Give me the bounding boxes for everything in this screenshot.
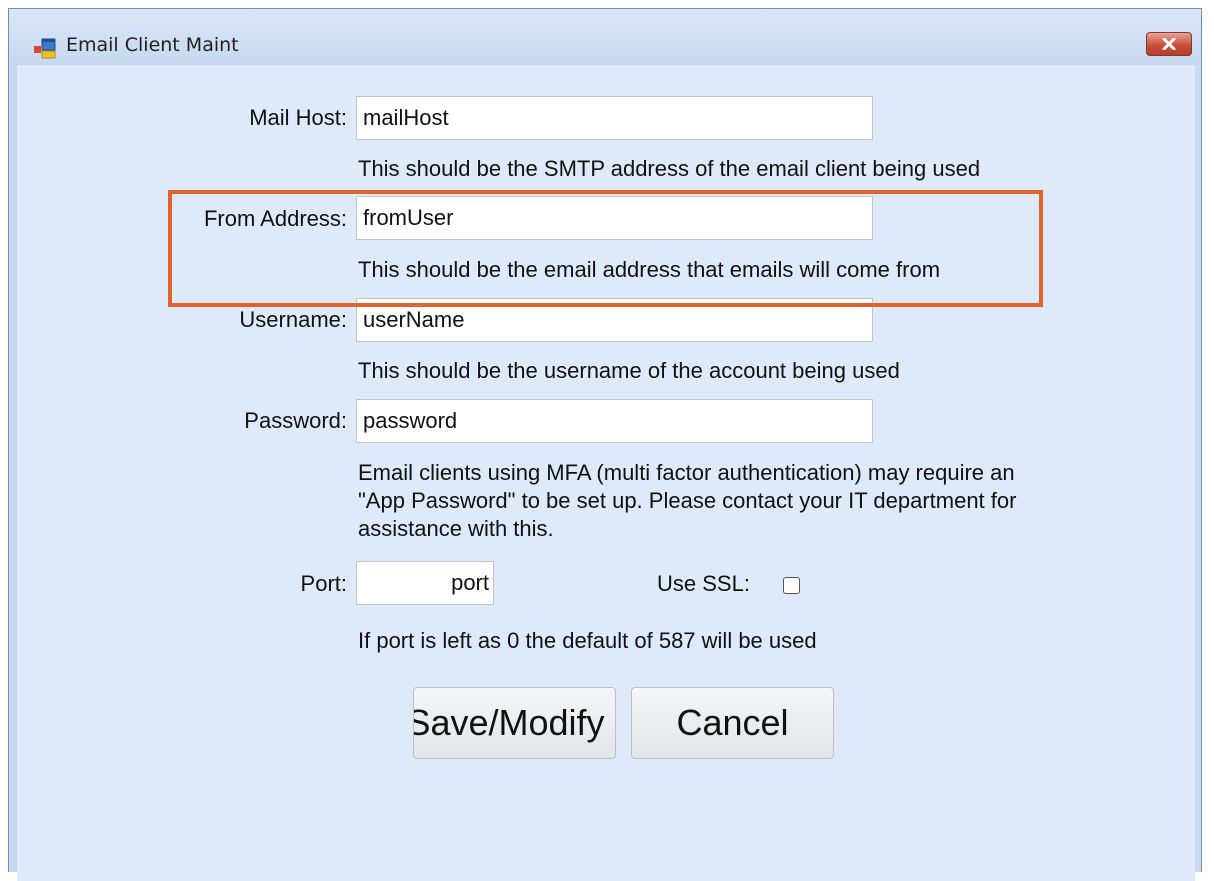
password-input[interactable]: password (356, 399, 873, 443)
use-ssl-label: Use SSL: (657, 571, 750, 596)
port-help: If port is left as 0 the default of 587 … (358, 628, 817, 653)
mail-host-help: This should be the SMTP address of the e… (358, 156, 981, 181)
close-icon (1162, 38, 1176, 50)
title-bar[interactable]: Email Client Maint (9, 9, 1201, 65)
use-ssl-checkbox[interactable] (783, 577, 800, 594)
port-input[interactable]: port (356, 561, 494, 605)
save-modify-button[interactable]: Save/Modify (413, 687, 616, 759)
port-label: Port: (300, 571, 347, 596)
highlight-box (168, 190, 1043, 307)
username-help: This should be the username of the accou… (358, 358, 900, 383)
window-title: Email Client Maint (66, 34, 239, 56)
password-help-line: "App Password" to be set up. Please cont… (358, 488, 1017, 513)
username-label: Username: (239, 307, 347, 332)
password-label: Password: (244, 408, 347, 433)
mail-host-label: Mail Host: (249, 105, 347, 130)
password-help: Email clients using MFA (multi factor au… (358, 459, 1016, 543)
close-button[interactable] (1146, 32, 1192, 56)
mail-host-input[interactable]: mailHost (356, 96, 873, 140)
app-window-icon (34, 37, 56, 59)
password-help-line: Email clients using MFA (multi factor au… (358, 460, 1015, 485)
dialog-window: Email Client Maint Mail Host: mailHost T… (8, 8, 1202, 881)
password-help-line: assistance with this. (358, 516, 554, 541)
cancel-button[interactable]: Cancel (631, 687, 834, 759)
dialog-body: Mail Host: mailHost This should be the S… (17, 65, 1195, 881)
